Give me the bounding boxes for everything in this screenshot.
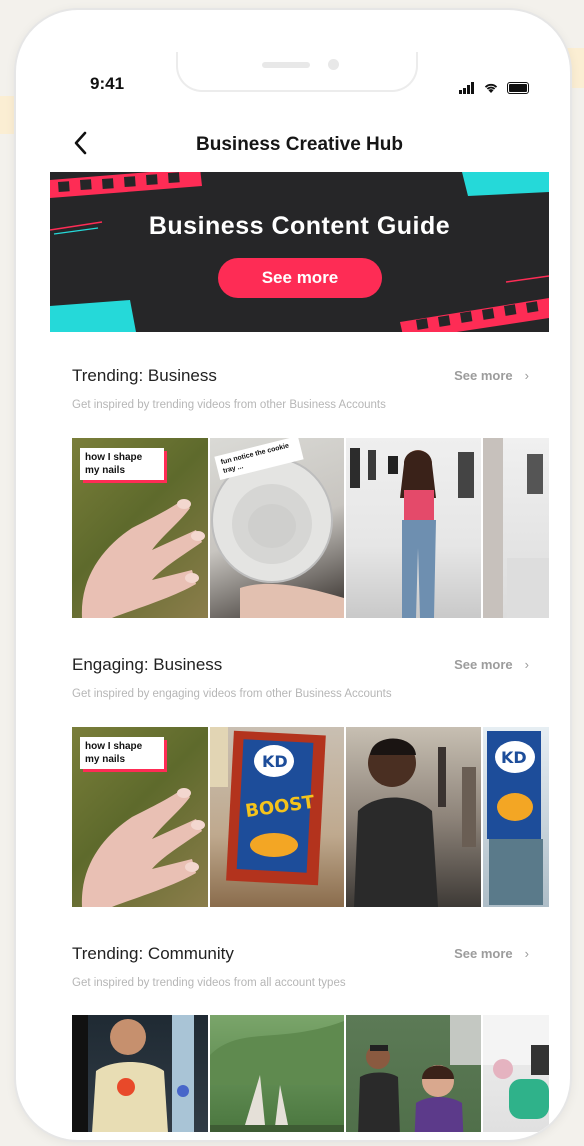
video-thumbnail[interactable]	[483, 438, 549, 618]
section-subtitle: Get inspired by trending videos from oth…	[72, 399, 386, 411]
video-row-engaging-business: how I shape my nails KD BOOST KD	[72, 727, 549, 907]
chevron-right-icon: ›	[524, 657, 529, 672]
see-more-label: See more	[454, 946, 513, 961]
camera-icon	[328, 59, 339, 70]
section-subtitle: Get inspired by trending videos from all…	[72, 977, 346, 989]
video-row-trending-community	[72, 1015, 549, 1132]
video-thumbnail[interactable]	[483, 1015, 549, 1132]
video-thumbnail[interactable]	[346, 1015, 481, 1132]
video-thumbnail[interactable]	[72, 1015, 208, 1132]
room-image	[483, 438, 549, 618]
video-thumbnail[interactable]: KD	[483, 727, 549, 907]
status-icons	[459, 76, 529, 94]
video-caption: how I shape my nails	[80, 737, 164, 769]
status-bar: 9:41	[50, 52, 549, 112]
video-thumbnail[interactable]: how I shape my nails	[72, 727, 208, 907]
outdoor-image	[210, 1021, 344, 1132]
svg-text:KD: KD	[262, 752, 288, 771]
video-row-trending-business: how I shape my nails fun notice the cook…	[72, 438, 549, 618]
status-time: 9:41	[90, 74, 125, 93]
app-screen: 9:41 Business Creative Hub Business Cont…	[50, 52, 549, 1132]
promo-banner[interactable]: Business Content Guide See more	[50, 172, 549, 332]
nav-bar: Business Creative Hub	[50, 122, 549, 162]
section-subtitle: Get inspired by engaging videos from oth…	[72, 688, 392, 700]
video-thumbnail[interactable]	[210, 1015, 344, 1132]
battery-icon	[507, 82, 529, 94]
product-box-image: KD BOOST	[210, 727, 326, 886]
page-title: Business Creative Hub	[196, 134, 403, 155]
person-image	[350, 448, 474, 618]
wifi-icon	[484, 83, 497, 93]
room-image	[483, 1015, 549, 1119]
see-more-label: See more	[454, 657, 513, 672]
phone-frame: 9:41 Business Creative Hub Business Cont…	[14, 8, 572, 1142]
device-notch	[176, 52, 418, 92]
see-more-trending-community[interactable]: See more ›	[454, 946, 529, 961]
video-thumbnail[interactable]: KD BOOST	[210, 727, 344, 907]
svg-text:KD: KD	[501, 748, 527, 767]
people-image	[358, 1015, 481, 1132]
see-more-engaging-business[interactable]: See more ›	[454, 657, 529, 672]
section-title-trending-community: Trending: Community	[72, 944, 234, 963]
video-thumbnail[interactable]: how I shape my nails	[72, 438, 208, 618]
banner-decoration	[50, 172, 549, 332]
chevron-right-icon: ›	[524, 368, 529, 383]
banner-see-more-button[interactable]: See more	[218, 258, 382, 298]
video-thumbnail[interactable]	[346, 438, 481, 618]
see-more-trending-business[interactable]: See more ›	[454, 368, 529, 383]
chevron-right-icon: ›	[524, 946, 529, 961]
product-box-image: KD	[487, 731, 543, 905]
section-title-engaging-business: Engaging: Business	[72, 655, 223, 674]
signal-icon	[459, 76, 479, 94]
section-title-trending-business: Trending: Business	[72, 366, 217, 385]
video-thumbnail[interactable]: fun notice the cookie tray ...	[210, 438, 344, 618]
see-more-label: See more	[454, 368, 513, 383]
person-image	[354, 738, 476, 907]
video-caption: how I shape my nails	[80, 448, 164, 480]
person-image	[72, 1015, 194, 1132]
banner-title: Business Content Guide	[148, 212, 451, 240]
video-thumbnail[interactable]	[346, 727, 481, 907]
speaker-icon	[262, 62, 310, 68]
